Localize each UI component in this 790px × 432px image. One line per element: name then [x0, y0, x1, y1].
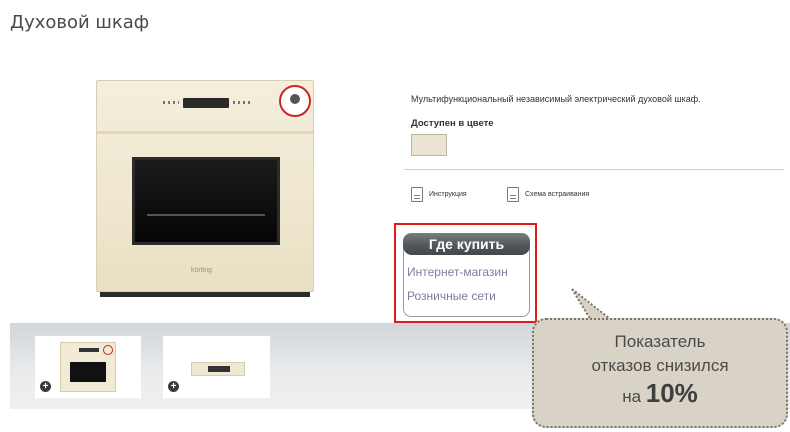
instruction-label: Инструкция [429, 190, 467, 198]
product-image[interactable]: körting [96, 80, 314, 298]
oven-brand-logo: körting [191, 267, 213, 274]
oven-rack [147, 214, 265, 216]
retail-stores-link[interactable]: Розничные сети [407, 289, 496, 303]
thumb-display [79, 348, 99, 352]
product-description: Мультифункциональный независимый электри… [411, 94, 701, 104]
oven-display [183, 98, 229, 108]
control-dots-left [163, 101, 179, 104]
zoom-plus-icon[interactable]: + [168, 381, 179, 392]
award-badge-icon [279, 85, 311, 117]
document-icon [507, 186, 519, 202]
callout-line-3: на 10% [622, 378, 698, 408]
control-dots-right [233, 101, 253, 104]
callout-prefix: на [622, 387, 642, 406]
divider [404, 169, 784, 170]
installation-scheme-link[interactable]: Схема встраивания [507, 185, 589, 203]
zoom-plus-icon[interactable]: + [40, 381, 51, 392]
thumbnail-control-panel[interactable]: + [163, 336, 270, 398]
callout-text: Показатель отказов снизился на 10% [532, 330, 788, 412]
thumb-window [70, 362, 106, 382]
where-to-buy-button[interactable]: Где купить [403, 233, 530, 255]
thumbnail-panel-image [191, 362, 245, 376]
callout-value: 10% [645, 378, 698, 408]
document-icon [411, 186, 423, 202]
thumbnail-oven-image [60, 342, 116, 392]
instruction-link[interactable]: Инструкция [411, 185, 467, 203]
oven-handle [97, 131, 313, 134]
available-colors-label: Доступен в цвете [411, 118, 494, 129]
thumb-panel-display [208, 366, 230, 372]
oven-base [100, 292, 310, 297]
installation-scheme-label: Схема встраивания [525, 190, 590, 198]
thumb-badge-icon [103, 345, 113, 355]
page-title: Духовой шкаф [10, 12, 150, 33]
oven-window [132, 157, 280, 245]
callout-line-2: отказов снизился [591, 356, 729, 375]
callout-line-1: Показатель [614, 332, 706, 351]
online-store-link[interactable]: Интернет-магазин [407, 265, 508, 279]
thumbnail-front[interactable]: + [35, 336, 141, 398]
oven-body: körting [96, 80, 314, 292]
color-swatch-ivory[interactable] [411, 134, 447, 156]
